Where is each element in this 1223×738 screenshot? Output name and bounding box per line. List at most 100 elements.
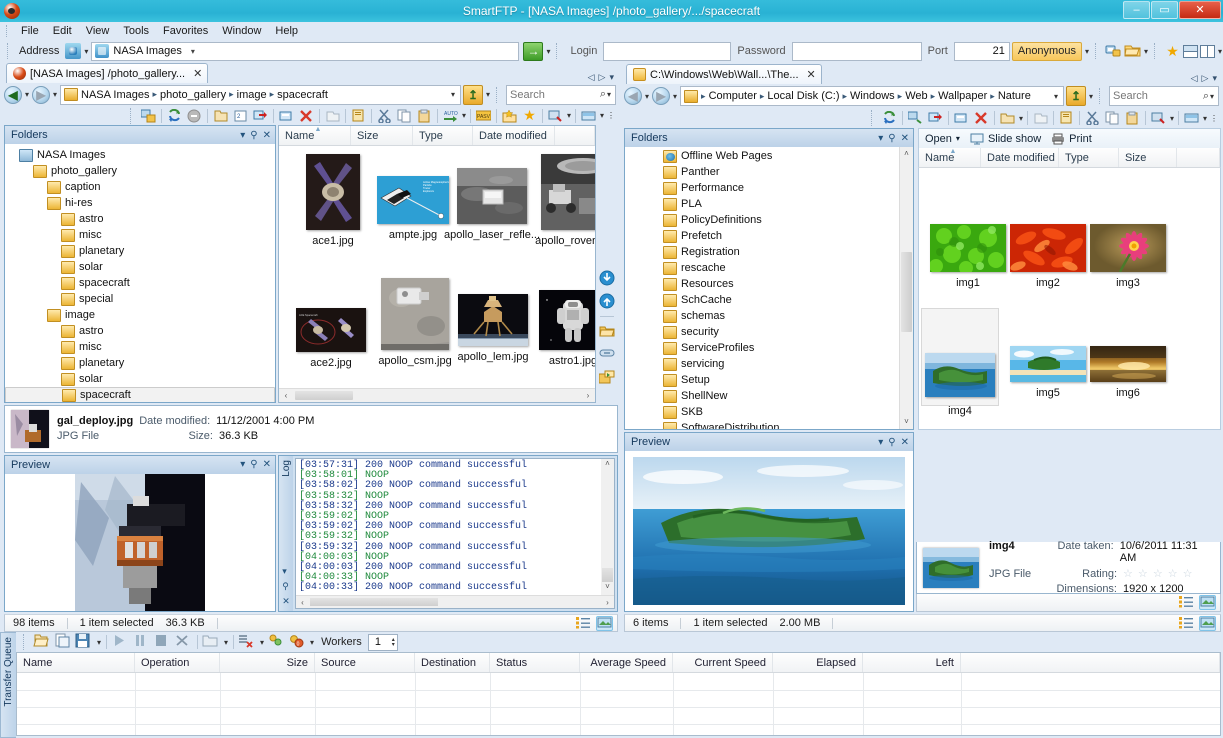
tree-item-solar-14[interactable]: solar [5, 371, 275, 387]
left-folder-tree[interactable]: NASA Images photo_gallery caption hi-res ast… [5, 144, 275, 402]
queue-column-source[interactable]: Source [315, 653, 415, 672]
thumbnail-view-button[interactable] [596, 615, 613, 631]
cut-icon[interactable] [375, 107, 394, 125]
search-caret-icon[interactable]: ▾ [607, 90, 611, 99]
right-tab-close-icon[interactable]: ✕ [803, 68, 816, 81]
layout-vertical-icon[interactable] [1199, 44, 1215, 58]
back-history-caret-icon[interactable]: ▾ [645, 92, 649, 101]
tree-item-misc-12[interactable]: misc [5, 339, 275, 355]
connect-button[interactable]: → [523, 41, 544, 61]
file-tile-apollo-rover[interactable]: apollo_rover.jpg [526, 154, 595, 247]
open-folder-caret-icon[interactable]: ▾ [1019, 114, 1023, 123]
link-icon[interactable] [599, 347, 615, 363]
column-size[interactable]: Size [1119, 148, 1177, 167]
open-folder-icon[interactable] [998, 109, 1017, 127]
tree-item-security-11[interactable]: security [625, 324, 913, 340]
paste-icon[interactable] [415, 107, 434, 125]
layout-horizontal-icon[interactable] [1182, 44, 1198, 58]
close-icon[interactable]: ✕ [901, 437, 909, 448]
right-folder-tree[interactable]: Offline Web Pages Panther Performance PLA Po… [625, 147, 913, 429]
queue-add-icon[interactable] [54, 633, 73, 651]
queue-remove-icon[interactable] [174, 633, 193, 651]
up-caret-icon[interactable]: ▾ [1089, 92, 1093, 101]
queue-settings-caret-icon[interactable]: ▾ [310, 638, 314, 647]
queue-folder-caret-icon[interactable]: ▾ [224, 638, 228, 647]
chevron-down-icon[interactable]: ▾ [878, 437, 883, 448]
queue-column-average-speed[interactable]: Average Speed [580, 653, 673, 672]
pin-icon[interactable]: ⚲ [250, 130, 257, 141]
breadcrumb-caret-icon[interactable]: ▾ [1054, 92, 1060, 101]
menu-grip[interactable] [6, 25, 10, 37]
tree-item-offline-web-pages-0[interactable]: Offline Web Pages [625, 148, 913, 164]
tree-item-misc-5[interactable]: misc [5, 227, 275, 243]
search-grip[interactable] [1099, 88, 1104, 104]
filter-icon[interactable] [1149, 109, 1168, 127]
right-document-tab[interactable]: C:\Windows\Web\Wall...\The... ✕ [626, 64, 822, 84]
thumbnail-view-button[interactable] [1199, 595, 1216, 610]
close-icon[interactable]: ✕ [263, 459, 271, 470]
close-icon[interactable]: ✕ [901, 133, 909, 144]
copy-icon[interactable] [395, 107, 414, 125]
queue-column-status[interactable]: Status [490, 653, 580, 672]
breadcrumb-item-3[interactable]: Web [905, 90, 927, 102]
scroll-up-icon[interactable]: ˄ [601, 459, 614, 472]
close-icon[interactable]: ✕ [282, 596, 290, 607]
open-folder-caret-icon[interactable]: ▾ [1144, 47, 1148, 56]
tree-item-caption-2[interactable]: caption [5, 179, 275, 195]
search-grip[interactable] [496, 86, 501, 103]
tree-item-policydefinitions-4[interactable]: PolicyDefinitions [625, 212, 913, 228]
upload-icon[interactable] [599, 293, 615, 309]
pin-icon[interactable]: ⚲ [888, 133, 895, 144]
tree-item-softwaredistribution-17[interactable]: SoftwareDistribution [625, 420, 913, 429]
paste-icon[interactable] [1123, 109, 1142, 127]
tree-item-schemas-10[interactable]: schemas [625, 308, 913, 324]
tree-item-servicing-13[interactable]: servicing [625, 356, 913, 372]
queue-clear-caret-icon[interactable]: ▾ [260, 638, 264, 647]
file-tile-img5[interactable]: img5 [1005, 346, 1091, 399]
right-thumbnail-grid[interactable]: img1 img2 img3 img4 img5 img6 [918, 168, 1221, 430]
tree-item-serviceprofiles-12[interactable]: ServiceProfiles [625, 340, 913, 356]
new-connection-icon[interactable] [906, 109, 925, 127]
left-document-tab[interactable]: [NASA Images] /photo_gallery... ✕ [6, 63, 209, 84]
address-grip[interactable] [7, 43, 12, 59]
edit-file-icon[interactable]: 2 [231, 107, 250, 125]
queue-column-elapsed[interactable]: Elapsed [773, 653, 863, 672]
menu-edit[interactable]: Edit [46, 23, 79, 39]
address-dropdown-icon[interactable]: ▾ [186, 47, 200, 56]
menu-tools[interactable]: Tools [116, 23, 156, 39]
file-tile-img6[interactable]: img6 [1085, 346, 1171, 399]
tree-item-image-10[interactable]: image [5, 307, 275, 323]
left-breadcrumb[interactable]: NASA Images ▸ photo_gallery ▸ image ▸ sp… [60, 84, 461, 105]
tab-scroll-right-icon[interactable]: ▷ [599, 72, 606, 83]
vscroll-thumb[interactable] [602, 568, 613, 583]
anonymous-caret-icon[interactable]: ▾ [1085, 47, 1089, 56]
transfer-icon[interactable] [926, 109, 945, 127]
log-lines[interactable]: [03:57:31] 200 NOOP command successful [0… [296, 459, 614, 596]
forward-button[interactable]: ▶ [32, 85, 51, 104]
scroll-left-icon[interactable]: ‹ [296, 598, 309, 607]
back-button[interactable]: ◀ [4, 85, 22, 104]
up-caret-icon[interactable]: ▾ [486, 90, 490, 99]
new-folder-icon[interactable] [952, 109, 971, 127]
view-mode-caret-icon[interactable]: ▾ [1203, 114, 1207, 123]
open-button[interactable]: Open ▾ [925, 133, 960, 145]
tab-list-caret-icon[interactable]: ▾ [1212, 73, 1217, 84]
scroll-up-icon[interactable]: ˄ [900, 147, 913, 161]
file-tile-img2[interactable]: img2 [1005, 224, 1091, 289]
view-mode-caret-icon[interactable]: ▾ [600, 111, 604, 120]
tree-item-spacecraft-15[interactable]: spacecraft [5, 387, 275, 402]
view-tools-grip[interactable] [1153, 43, 1159, 59]
file-tile-astro1[interactable]: astro1.jpg [525, 290, 595, 367]
menu-help[interactable]: Help [268, 23, 305, 39]
tree-item-special-9[interactable]: special [5, 291, 275, 307]
filter-caret-icon[interactable]: ▾ [1170, 114, 1174, 123]
tree-item-schcache-9[interactable]: SchCache [625, 292, 913, 308]
queue-workers-icon[interactable] [267, 633, 286, 651]
breadcrumb-item-5[interactable]: Nature [998, 90, 1031, 102]
breadcrumb-item-0[interactable]: NASA Images [81, 89, 149, 101]
queue-clear-icon[interactable] [238, 633, 257, 651]
cut-icon[interactable] [1083, 109, 1102, 127]
maximize-button[interactable]: ▭ [1151, 1, 1178, 19]
queue-settings-icon[interactable]: 0 [288, 633, 307, 651]
queue-column-destination[interactable]: Destination [415, 653, 490, 672]
